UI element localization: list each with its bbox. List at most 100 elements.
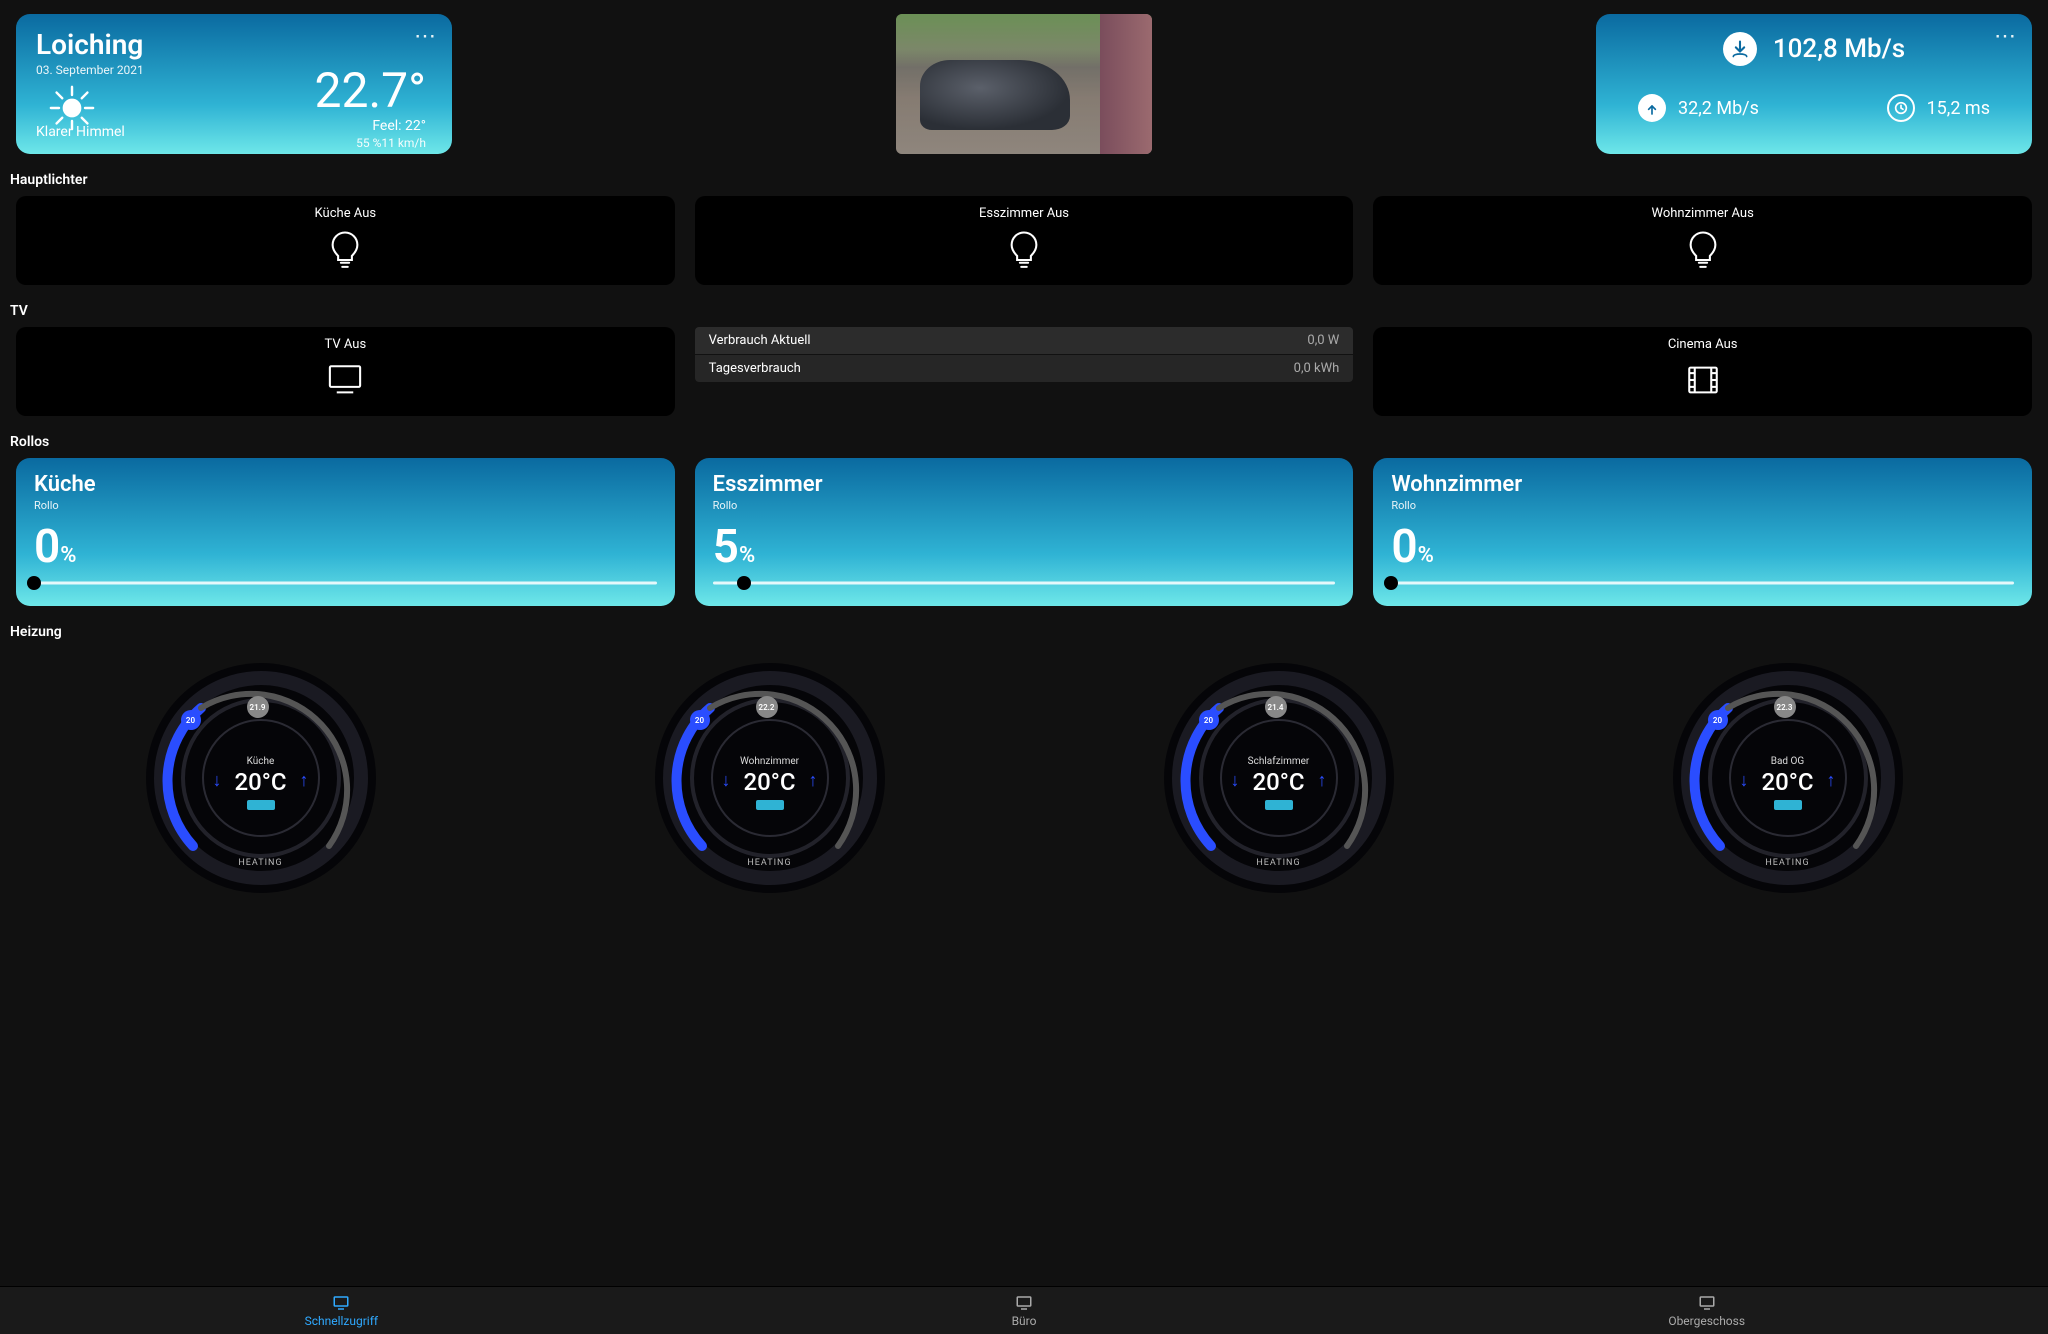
weather-condition: Klarer Himmel [36,124,125,140]
tv-icon [323,358,367,402]
thermo-set-badge: 20 [181,710,201,730]
thermo-set-badge: 20 [1708,710,1728,730]
ping-icon [1887,94,1915,122]
rollo-percent: 5% [713,524,1336,570]
nav-label: Büro [1012,1314,1037,1328]
cinema-card[interactable]: Cinema Aus [1373,327,2032,416]
monitor-icon [1015,1294,1033,1312]
thermo-mode: HEATING [1159,858,1399,868]
thermo-up-icon[interactable]: ↑ [300,770,309,791]
table-row: Verbrauch Aktuell 0,0 W [695,327,1354,354]
rollo-name: Esszimmer [713,472,1336,497]
thermostat[interactable]: 20 22.2 Wohnzimmer 20°C ↓ ↑ HEATING [525,648,1014,908]
light-label: Wohnzimmer Aus [1652,206,1754,221]
cinema-label: Cinema Aus [1668,337,1738,352]
light-label: Esszimmer Aus [979,206,1069,221]
consumption-table: Verbrauch Aktuell 0,0 W Tagesverbrauch 0… [695,327,1354,416]
thermo-up-icon[interactable]: ↑ [809,770,818,791]
camera-card[interactable] [472,14,1576,154]
rollo-name: Küche [34,472,657,497]
thermo-down-icon[interactable]: ↓ [1740,770,1749,791]
rollo-card[interactable]: Esszimmer Rollo 5% [695,458,1354,606]
light-card[interactable]: Wohnzimmer Aus [1373,196,2032,285]
thermo-set-badge: 20 [1199,710,1219,730]
thermostat[interactable]: 20 21.4 Schlafzimmer 20°C ↓ ↑ HEATING [1034,648,1523,908]
row-label: Tagesverbrauch [709,361,801,376]
thermostat[interactable]: 20 22.3 Bad OG 20°C ↓ ↑ HEATING [1543,648,2032,908]
thermostat[interactable]: 20 21.9 Küche 20°C ↓ ↑ HEATING [16,648,505,908]
nav-buero[interactable]: Büro [683,1287,1366,1334]
thermo-current-badge: 22.3 [1774,696,1796,718]
thermo-set-temp: 20°C [1668,768,1908,796]
section-lights: Hauptlichter [0,154,2048,196]
thermo-room: Schlafzimmer [1159,756,1399,767]
tv-label: TV Aus [325,337,367,352]
rollo-slider[interactable] [713,578,1336,588]
monitor-icon [1698,1294,1716,1312]
light-label: Küche Aus [315,206,377,221]
rollo-percent: 0% [1391,524,2014,570]
thermo-mini-indicator [1774,800,1802,810]
thermo-current-badge: 21.4 [1265,696,1287,718]
nav-obergeschoss[interactable]: Obergeschoss [1365,1287,2048,1334]
thermo-mode: HEATING [1668,858,1908,868]
thermo-current-badge: 21.9 [247,696,269,718]
speedtest-card[interactable]: ⋯ 102,8 Mb/s 32,2 Mb/s [1596,14,2032,154]
section-heizung: Heizung [0,606,2048,648]
thermo-room: Küche [141,756,381,767]
thermo-set-badge: 20 [690,710,710,730]
light-card[interactable]: Küche Aus [16,196,675,285]
thermo-set-temp: 20°C [1159,768,1399,796]
nav-label: Schnellzugriff [305,1314,378,1328]
thermo-up-icon[interactable]: ↑ [1827,770,1836,791]
weather-feel: Feel: 22° [372,118,426,134]
thermo-current-badge: 22.2 [756,696,778,718]
weather-temp: 22.7° [314,62,426,119]
thermo-up-icon[interactable]: ↑ [1318,770,1327,791]
thermo-mini-indicator [756,800,784,810]
row-value: 0,0 W [1307,333,1339,348]
download-icon [1723,32,1757,66]
row-label: Verbrauch Aktuell [709,333,811,348]
thermo-set-temp: 20°C [650,768,890,796]
rollo-name: Wohnzimmer [1391,472,2014,497]
weather-card[interactable]: ⋯ Loiching 03. September 2021 Klarer Him… [16,14,452,154]
thermo-mode: HEATING [141,858,381,868]
thermo-down-icon[interactable]: ↓ [722,770,731,791]
bottom-nav: Schnellzugriff Büro Obergeschoss [0,1286,2048,1334]
more-icon[interactable]: ⋯ [414,24,438,49]
row-value: 0,0 kWh [1294,361,1340,376]
tv-card[interactable]: TV Aus [16,327,675,416]
nav-schnellzugriff[interactable]: Schnellzugriff [0,1287,683,1334]
bulb-icon [1002,227,1046,271]
bulb-icon [1681,227,1725,271]
thermo-mode: HEATING [650,858,890,868]
rollo-sub: Rollo [1391,499,2014,512]
rollo-slider[interactable] [34,578,657,588]
section-tv: TV [0,285,2048,327]
section-rollos: Rollos [0,416,2048,458]
bulb-icon [323,227,367,271]
thermo-room: Wohnzimmer [650,756,890,767]
thermo-down-icon[interactable]: ↓ [213,770,222,791]
rollo-card[interactable]: Wohnzimmer Rollo 0% [1373,458,2032,606]
thermo-set-temp: 20°C [141,768,381,796]
weather-hum-wind: 55 %11 km/h [356,136,426,150]
speed-ping: 15,2 ms [1927,98,1990,119]
rollo-card[interactable]: Küche Rollo 0% [16,458,675,606]
speed-upload: 32,2 Mb/s [1678,98,1759,119]
upload-icon [1638,94,1666,122]
camera-image [896,14,1152,154]
more-icon[interactable]: ⋯ [1994,24,2018,49]
light-card[interactable]: Esszimmer Aus [695,196,1354,285]
thermo-down-icon[interactable]: ↓ [1231,770,1240,791]
rollo-slider[interactable] [1391,578,2014,588]
monitor-icon [332,1294,350,1312]
nav-label: Obergeschoss [1668,1314,1745,1328]
film-icon [1681,358,1725,402]
rollo-sub: Rollo [713,499,1336,512]
thermo-room: Bad OG [1668,756,1908,767]
rollo-sub: Rollo [34,499,657,512]
rollo-percent: 0% [34,524,657,570]
table-row: Tagesverbrauch 0,0 kWh [695,354,1354,382]
